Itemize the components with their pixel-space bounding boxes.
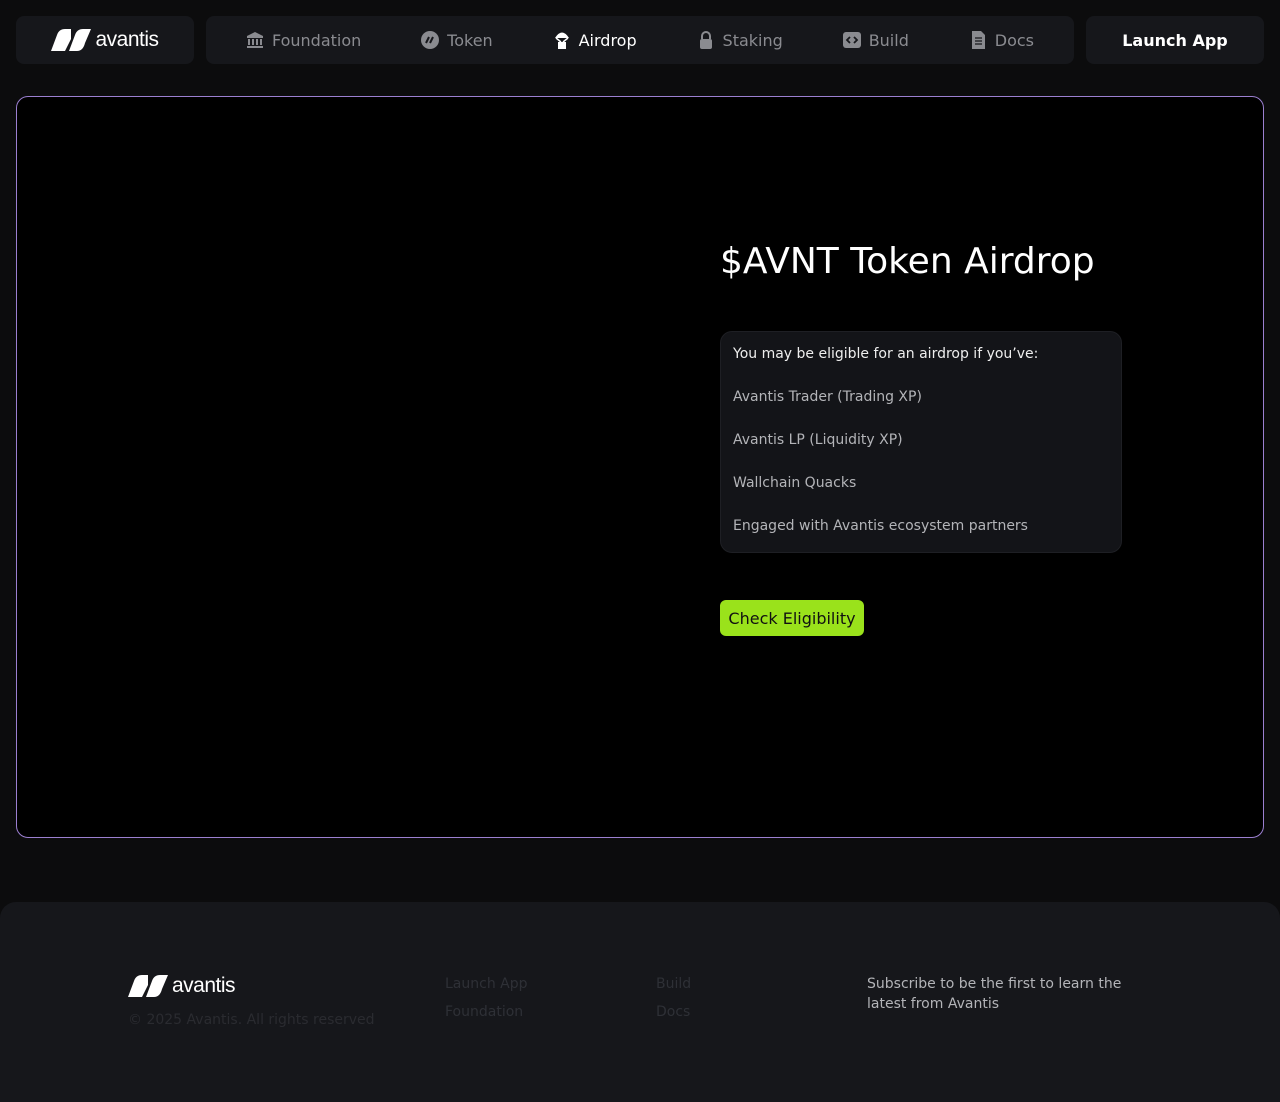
launch-app-button[interactable]: Launch App [1086,16,1264,64]
footer-link-foundation[interactable]: Foundation [445,1004,523,1020]
footer-link-docs[interactable]: Docs [656,1004,690,1020]
bank-icon [246,31,264,49]
nav-label: Airdrop [578,30,637,50]
nav-build[interactable]: Build [842,30,909,50]
nav-label: Foundation [271,30,362,50]
subscribe-text: Subscribe to be the first to learn the l… [867,976,1122,1012]
token-icon [421,31,440,49]
list-item: Avantis LP (Liquidity XP) [733,432,903,448]
lock-icon [697,31,715,49]
brand-name: avantis [172,974,236,997]
document-icon [969,31,987,49]
nav-label: Build [868,30,909,50]
main-nav: Foundation Token Airdrop Staking Build D… [206,16,1074,64]
nav-foundation[interactable]: Foundation [246,31,361,50]
eligibility-intro: You may be eligible for an airdrop if yo… [733,346,1039,362]
footer: avantis © 2025 Avantis. All rights reser… [0,902,1280,1102]
logo[interactable]: avantis [16,16,194,64]
eligibility-card: You may be eligible for an airdrop if yo… [720,331,1122,553]
code-icon [842,31,861,49]
nav-docs[interactable]: Docs [969,31,1034,50]
nav-label: Staking [722,30,783,50]
list-item: Wallchain Quacks [733,475,857,491]
check-eligibility-button[interactable]: Check Eligibility [720,600,864,636]
nav-airdrop[interactable]: Airdrop [553,31,637,50]
footer-logo[interactable]: avantis [128,974,236,998]
airdrop-hero: $AVNT Token Airdrop You may be eligible … [16,96,1264,838]
nav-label: Token [447,30,493,50]
nav-label: Docs [994,30,1035,50]
list-item: Engaged with Avantis ecosystem partners [733,518,1028,534]
avantis-logo-icon [128,975,168,997]
airdrop-icon [553,31,571,49]
avantis-logo-icon [51,29,92,51]
footer-link-build[interactable]: Build [656,976,691,992]
footer-link-launch-app[interactable]: Launch App [445,976,528,992]
nav-token[interactable]: Token [421,31,493,50]
brand-name: avantis [95,28,159,51]
list-item: Avantis Trader (Trading XP) [733,389,922,405]
page-title: $AVNT Token Airdrop [720,241,1095,282]
nav-staking[interactable]: Staking [697,31,783,50]
copyright: © 2025 Avantis. All rights reserved [128,1012,375,1028]
